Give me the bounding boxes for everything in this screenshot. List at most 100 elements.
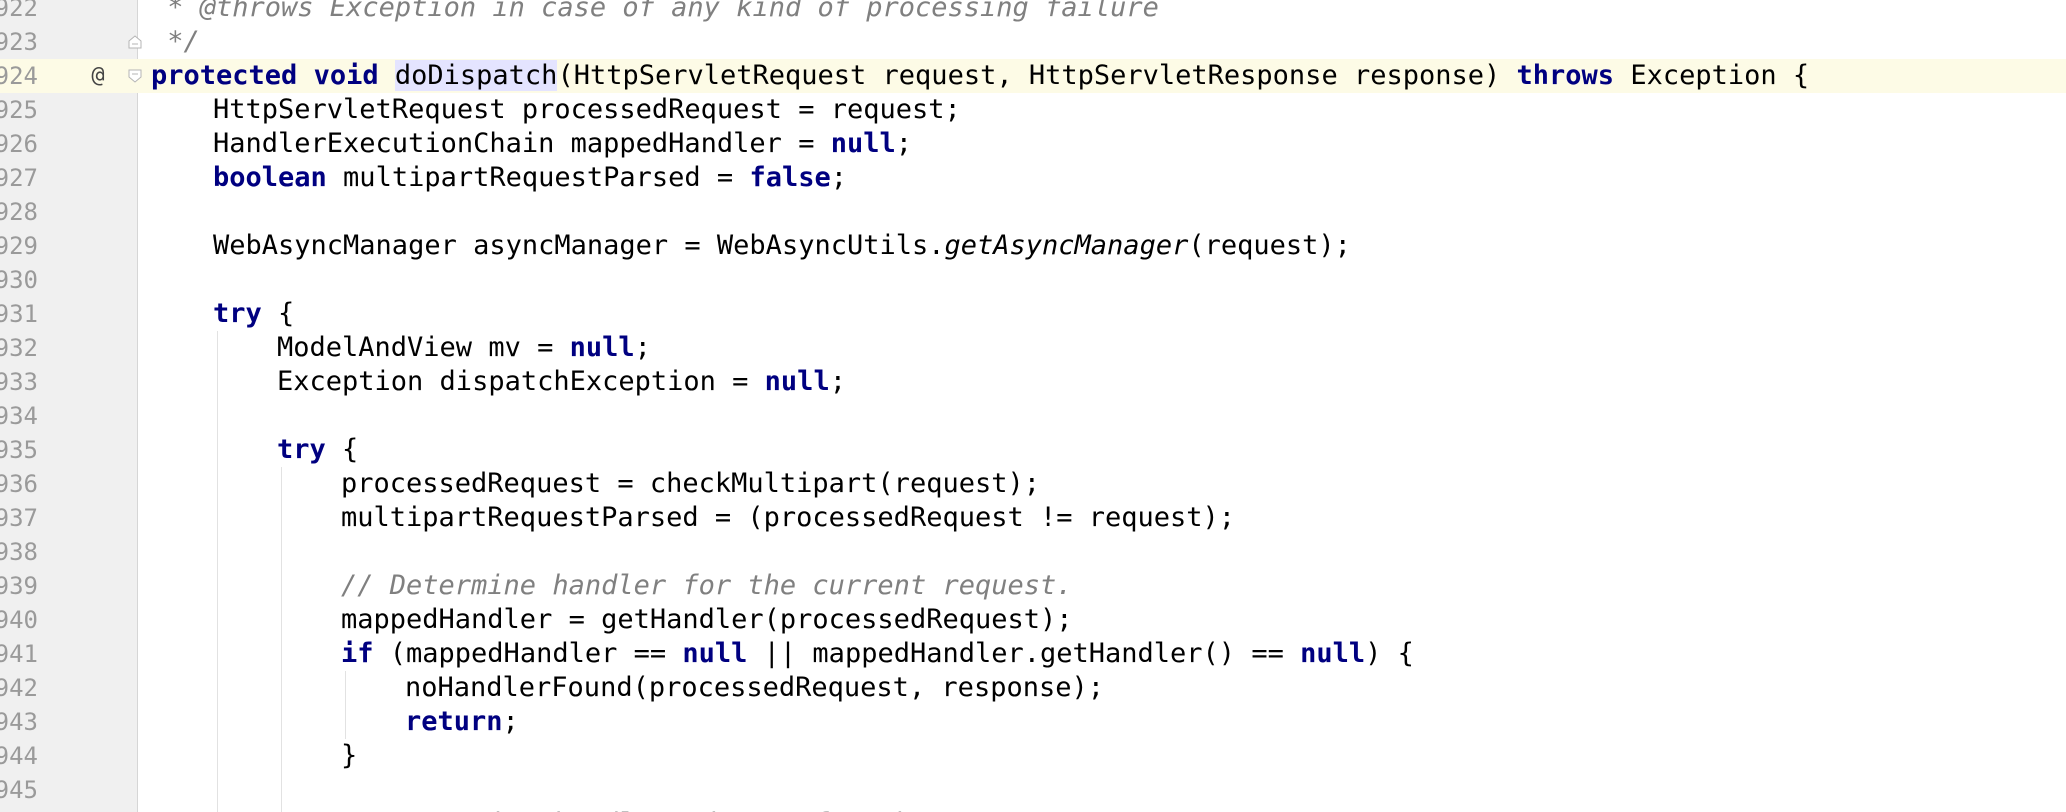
indent-guide [217,569,218,603]
code-line[interactable]: 931 try { [0,297,2066,331]
code-text[interactable]: if (mappedHandler == null || mappedHandl… [341,637,1414,671]
code-line[interactable]: 933 Exception dispatchException = null; [0,365,2066,399]
line-number[interactable]: 930 [0,263,38,297]
line-number[interactable]: 929 [0,229,38,263]
code-text[interactable]: // Determine handler for the current req… [341,569,1073,603]
code-text[interactable]: // Determine handler adapter for the cur… [341,807,1203,812]
code-text[interactable]: noHandlerFound(processedRequest, respons… [405,671,1104,705]
line-number[interactable]: 927 [0,161,38,195]
line-number[interactable]: 945 [0,773,38,807]
indent-guide [345,705,346,739]
line-number[interactable]: 943 [0,705,38,739]
code-token: ; [895,128,913,159]
indent-guide [281,671,282,705]
code-text[interactable]: */ [151,25,200,59]
code-line[interactable]: 928 [0,195,2066,229]
indent-guide [217,433,218,467]
code-token: HttpServletRequest processedRequest = re… [213,94,961,125]
keyword: boolean [213,162,327,193]
code-text[interactable]: ModelAndView mv = null; [277,331,651,365]
keyword: return [405,706,503,737]
code-text[interactable]: } [341,739,357,773]
annotation-marker-icon[interactable]: @ [86,59,110,93]
code-line[interactable]: 941 if (mappedHandler == null || mappedHa… [0,637,2066,671]
line-number[interactable]: 934 [0,399,38,433]
code-token: { [325,434,359,465]
line-number[interactable]: 931 [0,297,38,331]
code-token: (mappedHandler == [373,638,683,669]
code-line[interactable]: 943 return; [0,705,2066,739]
line-number[interactable]: 936 [0,467,38,501]
code-line[interactable]: 938 [0,535,2066,569]
code-text[interactable]: processedRequest = checkMultipart(reques… [341,467,1040,501]
keyword: try [213,298,262,329]
line-number[interactable]: 933 [0,365,38,399]
line-number[interactable]: 932 [0,331,38,365]
code-line[interactable]: 926 HandlerExecutionChain mappedHandler =… [0,127,2066,161]
indent-guide [217,773,218,807]
code-text[interactable]: * @throws Exception in case of any kind … [151,0,1159,25]
line-number[interactable]: 938 [0,535,38,569]
line-number[interactable]: 924 [0,59,38,93]
code-line[interactable]: 942 noHandlerFound(processedRequest, resp… [0,671,2066,705]
code-text[interactable]: HandlerExecutionChain mappedHandler = nu… [213,127,912,161]
code-text[interactable]: multipartRequestParsed = (processedReque… [341,501,1235,535]
fold-collapse-icon[interactable] [128,69,142,83]
line-number[interactable]: 922 [0,0,38,25]
indent-guide [281,739,282,773]
line-number[interactable]: 946 [0,807,38,812]
code-line[interactable]: 934 [0,399,2066,433]
line-number[interactable]: 923 [0,25,38,59]
fold-end-icon[interactable] [128,35,142,49]
code-line[interactable]: 937 multipartRequestParsed = (processedRe… [0,501,2066,535]
code-text[interactable]: try { [277,433,358,467]
code-line[interactable]: 936 processedRequest = checkMultipart(req… [0,467,2066,501]
line-number[interactable]: 941 [0,637,38,671]
line-number[interactable]: 928 [0,195,38,229]
line-number[interactable]: 944 [0,739,38,773]
code-line[interactable]: 922 * @throws Exception in case of any k… [0,0,2066,25]
code-line[interactable]: 939 // Determine handler for the current … [0,569,2066,603]
code-text[interactable]: protected void doDispatch(HttpServletReq… [151,59,1809,93]
indent-guide [281,603,282,637]
indent-guide [281,705,282,739]
code-line[interactable]: 946 // Determine handler adapter for the … [0,807,2066,812]
code-line[interactable]: 932 ModelAndView mv = null; [0,331,2066,365]
line-number[interactable]: 935 [0,433,38,467]
code-line[interactable]: 935 try { [0,433,2066,467]
indent-guide [217,637,218,671]
line-number[interactable]: 940 [0,603,38,637]
code-line[interactable]: 929 WebAsyncManager asyncManager = WebAsy… [0,229,2066,263]
code-text[interactable]: try { [213,297,294,331]
line-number[interactable]: 926 [0,127,38,161]
indent-guide [281,569,282,603]
code-editor[interactable]: 922 * @throws Exception in case of any k… [0,0,2066,812]
code-token: processedRequest = checkMultipart(reques… [341,468,1040,499]
code-text[interactable]: return; [405,705,519,739]
code-token: Exception { [1614,60,1810,91]
indent-guide [281,773,282,807]
code-text[interactable]: mappedHandler = getHandler(processedRequ… [341,603,1073,637]
keyword: null [1300,638,1366,669]
code-text[interactable]: WebAsyncManager asyncManager = WebAsyncU… [213,229,1351,263]
code-line[interactable]: 930 [0,263,2066,297]
code-text[interactable]: boolean multipartRequestParsed = false; [213,161,847,195]
code-line[interactable]: 924 @ protected void doDispatch(HttpServle… [0,59,2066,93]
code-token: ; [502,706,519,737]
code-token: (request); [1188,230,1351,261]
code-line[interactable]: 944} [0,739,2066,773]
code-text[interactable]: Exception dispatchException = null; [277,365,846,399]
line-number[interactable]: 942 [0,671,38,705]
line-number[interactable]: 925 [0,93,38,127]
code-line[interactable]: 945 [0,773,2066,807]
code-text[interactable]: HttpServletRequest processedRequest = re… [213,93,961,127]
code-line[interactable]: 927 boolean multipartRequestParsed = fals… [0,161,2066,195]
line-number[interactable]: 939 [0,569,38,603]
line-number[interactable]: 937 [0,501,38,535]
indent-guide [217,705,218,739]
code-token: WebAsyncManager asyncManager = WebAsyncU… [213,230,945,261]
code-line[interactable]: 940 mappedHandler = getHandler(processedR… [0,603,2066,637]
code-line[interactable]: 925 HttpServletRequest processedRequest =… [0,93,2066,127]
code-line[interactable]: 923 */ [0,25,2066,59]
indent-guide [217,739,218,773]
